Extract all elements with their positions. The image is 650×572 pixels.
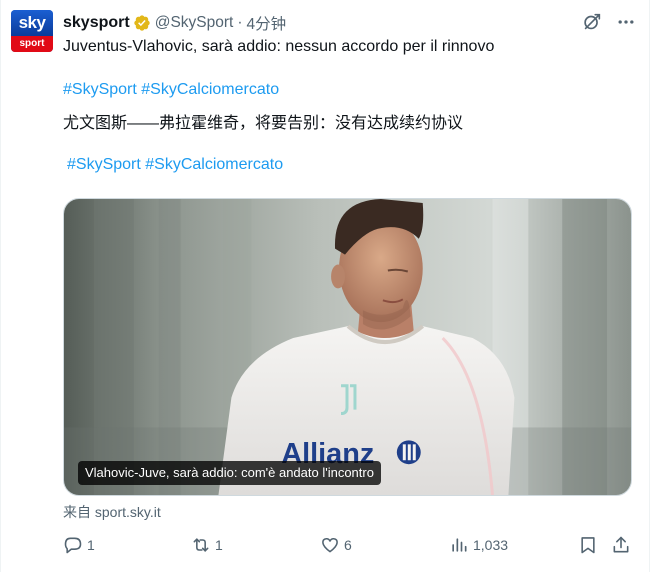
like-count: 6 [344,537,352,553]
like-icon [322,537,338,553]
link-source[interactable]: 来自 sport.sky.it [63,502,161,522]
reply-icon [64,537,82,554]
reply-button[interactable]: 1 [63,533,95,557]
verified-badge-icon[interactable] [133,14,151,32]
like-button[interactable]: 6 [320,533,352,557]
link-card-caption[interactable]: Vlahovic-Juve, sarà addio: com'è andato … [78,461,381,485]
views-icon [452,538,467,552]
avatar-logo-sky: sky [11,10,53,36]
tweet-text-italian: Juventus-Vlahovic, sarà addio: nessun ac… [63,38,495,55]
more-icon[interactable] [615,12,637,32]
tweet-timestamp[interactable]: 4分钟 [247,12,287,34]
bookmark-icon [581,537,595,554]
share-button[interactable] [611,533,631,557]
retweet-icon [193,538,209,552]
views-button[interactable]: 1,033 [449,533,508,557]
action-bar: 1 1 6 1,033 [63,533,639,557]
tweet-text-chinese: 尤文图斯——弗拉霍维奇，将要告别：没有达成续约协议 [63,115,464,132]
author-handle[interactable]: @SkySport [155,14,234,32]
reply-count: 1 [87,537,95,553]
author-name[interactable]: skysport [63,14,130,32]
bookmark-button[interactable] [578,533,598,557]
header-separator: · [237,14,243,31]
player-photo: Allianz [64,199,631,495]
hashtag-links-2[interactable]: #SkySport #SkyCalciomercato [67,155,283,175]
tweet-card[interactable]: sky sport skysport @SkySport · 4分钟 Juven… [0,0,650,572]
retweet-count: 1 [215,537,223,553]
hashtag-links-1[interactable]: #SkySport #SkyCalciomercato [63,80,279,100]
retweet-button[interactable]: 1 [191,533,223,557]
avatar[interactable]: sky sport [11,10,53,52]
tweet-header: skysport @SkySport · 4分钟 [63,12,286,34]
views-count: 1,033 [473,537,509,553]
share-icon [613,536,629,553]
grok-icon[interactable] [581,11,603,33]
avatar-logo-sport: sport [11,36,53,52]
link-card-media[interactable]: Allianz Vlahovic-Juve, sarà addio: com'è… [63,198,632,496]
